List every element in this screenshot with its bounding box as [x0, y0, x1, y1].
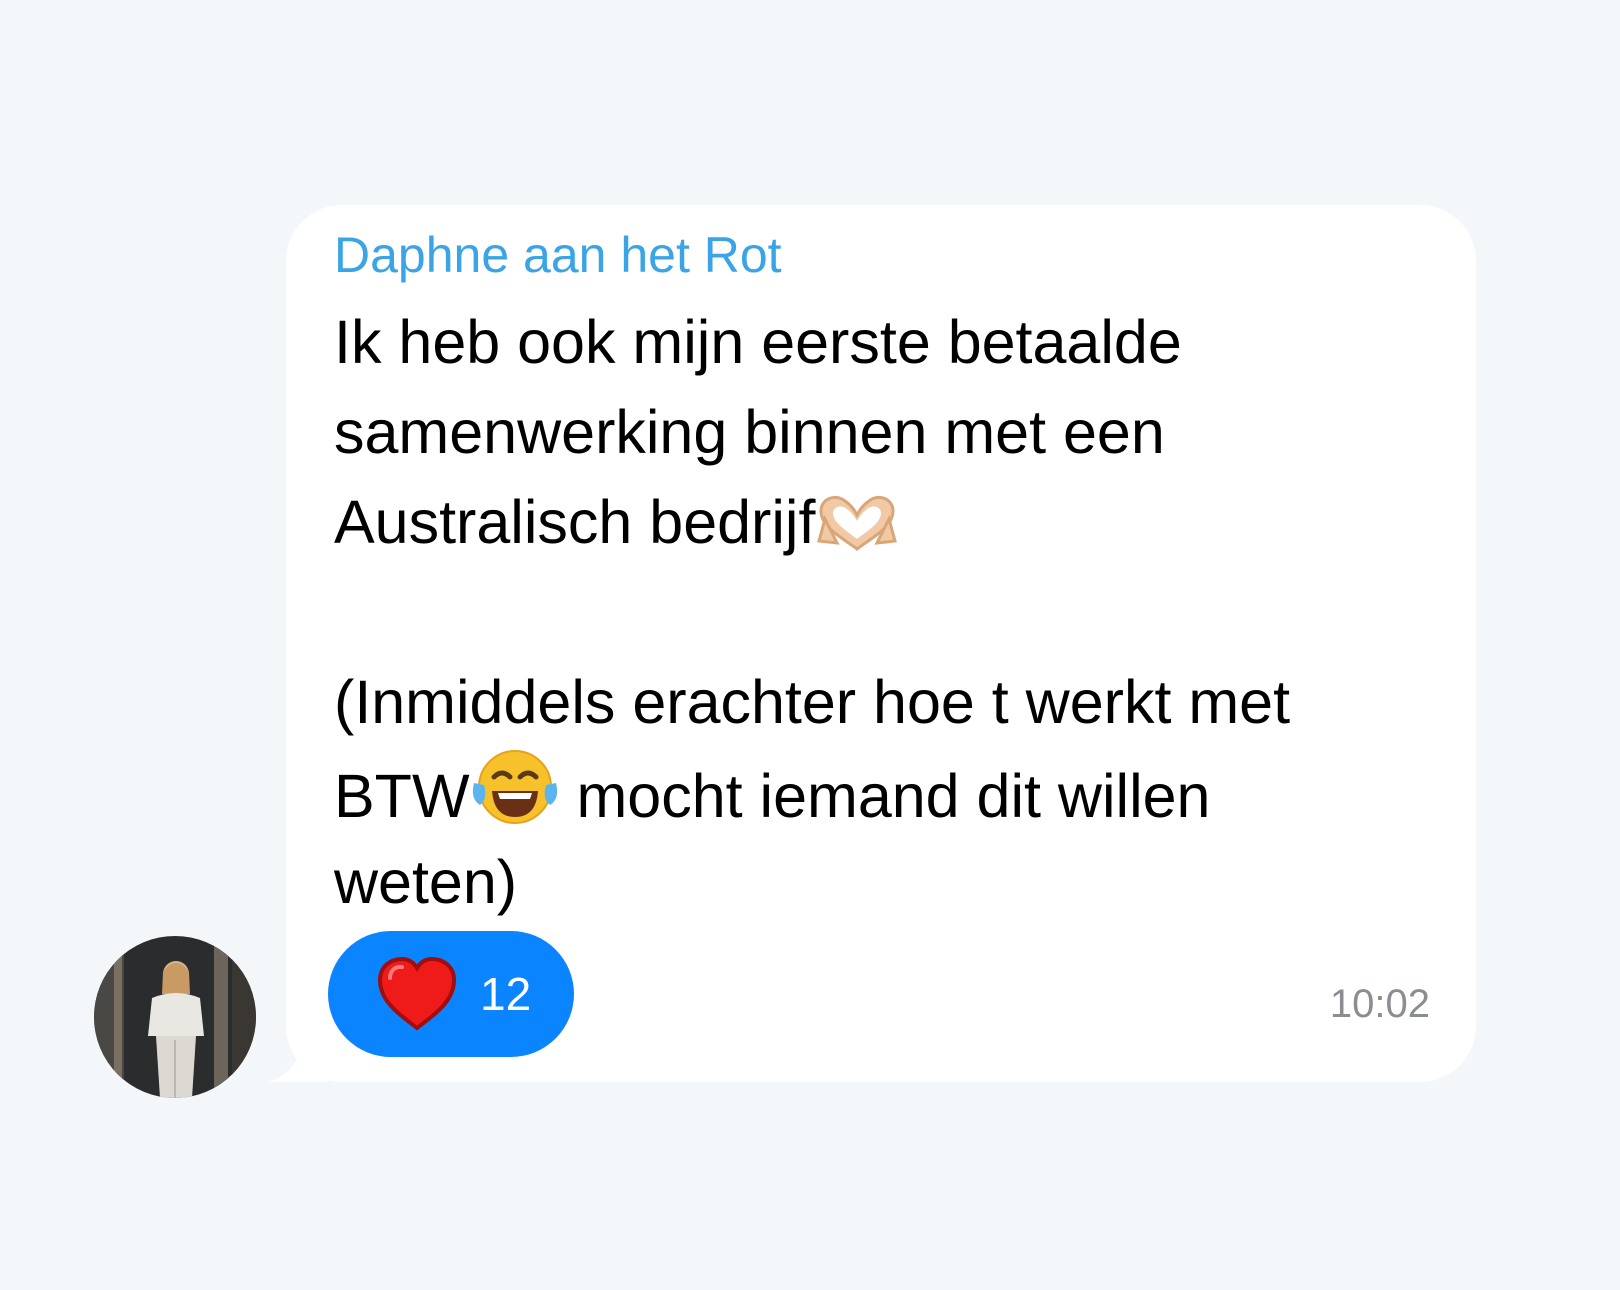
avatar-photo — [94, 936, 256, 1098]
message-line: BTW mocht iemand dit willen — [334, 747, 1290, 837]
message-line-text: mocht iemand dit willen — [559, 762, 1211, 830]
message-line: weten) — [334, 848, 518, 916]
message-line: Ik heb ook mijn eerste betaalde — [334, 308, 1182, 376]
sender-name[interactable]: Daphne aan het Rot — [334, 225, 782, 285]
sender-avatar[interactable] — [94, 936, 256, 1098]
reaction-chip[interactable]: 12 — [328, 931, 574, 1057]
message-line-text: BTW — [334, 762, 470, 830]
message-timestamp: 10:02 — [1329, 982, 1430, 1026]
message-line-text: Australisch bedrijf — [334, 488, 816, 556]
message-text: Ik heb ook mijn eerste betaalde samenwer… — [334, 297, 1290, 927]
message-line: Australisch bedrijf — [334, 477, 1290, 567]
tears-of-joy-icon — [470, 747, 560, 851]
message-line: samenwerking binnen met een — [334, 398, 1165, 466]
reaction-count: 12 — [480, 968, 532, 1020]
message-bubble[interactable]: Daphne aan het Rot Ik heb ook mijn eerst… — [286, 205, 1476, 1082]
message-line: (Inmiddels erachter hoe t werkt met — [334, 668, 1291, 736]
heart-hands-icon — [815, 487, 899, 577]
red-heart-icon — [376, 956, 458, 1037]
